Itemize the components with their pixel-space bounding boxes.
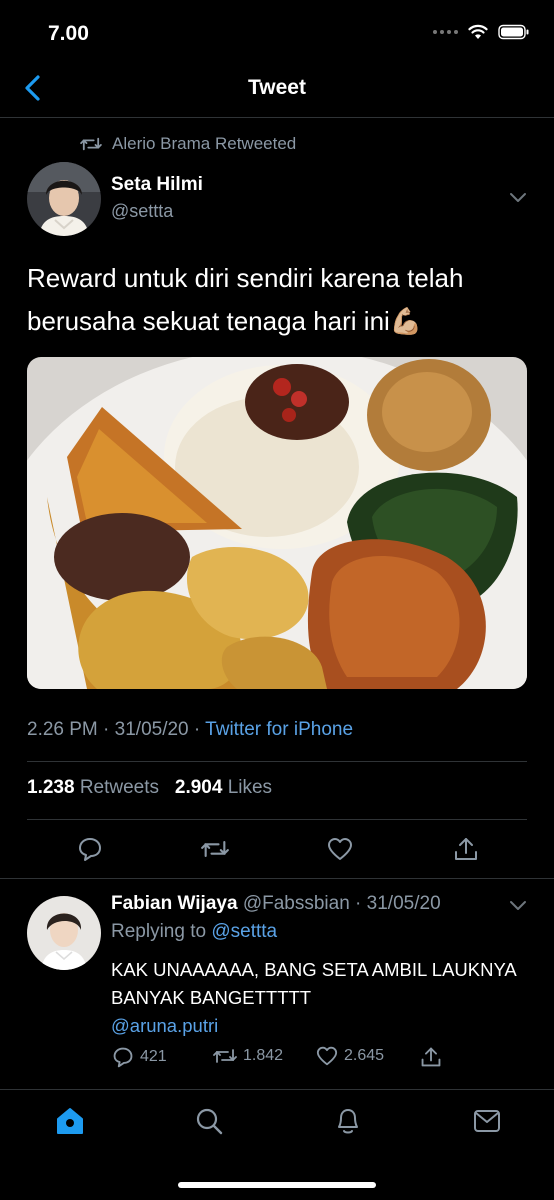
reply-like-button[interactable]: 2.645 (316, 1046, 384, 1066)
reply-body: KAK UNAAAAAA, BANG SETA AMBIL LAUKNYA BA… (111, 959, 516, 1008)
chevron-down-icon[interactable] (509, 192, 527, 204)
search-icon (196, 1108, 223, 1135)
retweet-icon (201, 840, 229, 858)
tab-home[interactable] (55, 1106, 85, 1136)
flexed-biceps-emoji: 💪🏼 (389, 306, 423, 336)
reply-retweet-button[interactable]: 1.842 (213, 1046, 283, 1066)
retweets-stat[interactable]: 1.238 Retweets (27, 777, 159, 798)
reply-author-name[interactable]: Fabian Wijaya (111, 893, 238, 914)
likes-label: Likes (227, 777, 273, 798)
page-title: Tweet (248, 76, 306, 99)
status-bar: 7.00 (0, 0, 554, 60)
tweet-time: 2.26 PM (27, 719, 98, 740)
retweet-button[interactable] (200, 834, 230, 864)
signal-icon (433, 30, 458, 34)
reply-icon (113, 1047, 133, 1068)
divider (27, 761, 527, 762)
replying-to: Replying to @settta (111, 921, 277, 943)
likes-stat[interactable]: 2.904 Likes (175, 777, 272, 798)
home-indicator[interactable] (178, 1182, 376, 1188)
tab-search[interactable] (194, 1106, 224, 1136)
tweet-media-image[interactable] (27, 357, 527, 689)
reply-mention-link[interactable]: @aruna.putri (111, 1012, 521, 1040)
tweet-date: 31/05/20 (114, 719, 189, 740)
retweet-icon (213, 1049, 237, 1063)
reply-header: Fabian Wijaya @Fabssbian · 31/05/20 (111, 893, 441, 914)
status-time: 7.00 (48, 22, 89, 45)
share-icon (421, 1047, 441, 1067)
retweeted-by[interactable]: Alerio Brama Retweeted (80, 134, 296, 154)
divider (27, 819, 527, 820)
food-photo (27, 357, 527, 689)
home-icon (57, 1108, 83, 1134)
author-handle[interactable]: @settta (111, 201, 173, 222)
reply-author-avatar[interactable] (27, 896, 101, 970)
reply-date: 31/05/20 (366, 893, 441, 914)
reply-retweet-count: 1.842 (243, 1047, 284, 1064)
retweets-count: 1.238 (27, 777, 75, 798)
tab-messages[interactable] (472, 1106, 502, 1136)
reply-reply-button[interactable]: 421 (112, 1046, 167, 1068)
tweet-timestamp: 2.26 PM · 31/05/20 · Twitter for iPhone (27, 719, 354, 740)
notifications-icon (338, 1109, 358, 1134)
retweets-label: Retweets (79, 777, 160, 798)
wifi-icon (468, 24, 488, 39)
tweet-source-link[interactable]: Twitter for iPhone (205, 719, 353, 740)
reply-icon (79, 838, 101, 861)
share-icon (455, 838, 477, 860)
reply-share-button[interactable] (420, 1046, 442, 1068)
battery-icon (498, 24, 529, 40)
like-button[interactable] (325, 834, 355, 864)
reply-author-handle[interactable]: @Fabssbian (243, 893, 350, 914)
nav-bar: Tweet (0, 60, 554, 118)
replying-to-link[interactable]: @settta (211, 921, 277, 942)
reply-reply-count: 421 (140, 1048, 167, 1065)
retweet-icon (80, 137, 102, 151)
tab-notifications[interactable] (333, 1106, 363, 1136)
tweet-text: Reward untuk diri sendiri karena telah b… (27, 257, 527, 343)
replying-label: Replying to (111, 921, 207, 942)
reply-button[interactable] (75, 834, 105, 864)
likes-count: 2.904 (174, 777, 223, 798)
divider (0, 878, 554, 879)
retweeted-label: Alerio Brama Retweeted (112, 134, 297, 153)
like-icon (316, 1046, 338, 1066)
chevron-down-icon[interactable] (509, 900, 527, 912)
like-icon (328, 838, 352, 860)
messages-icon (474, 1110, 500, 1132)
reply-text: KAK UNAAAAAA, BANG SETA AMBIL LAUKNYA BA… (111, 956, 521, 1040)
reply-like-count: 2.645 (344, 1047, 385, 1064)
author-name[interactable]: Seta Hilmi (111, 174, 203, 196)
author-avatar[interactable] (27, 162, 101, 236)
share-button[interactable] (451, 834, 481, 864)
tweet-stats: 1.238 Retweets 2.904 Likes (27, 777, 272, 799)
status-icons (433, 24, 530, 40)
